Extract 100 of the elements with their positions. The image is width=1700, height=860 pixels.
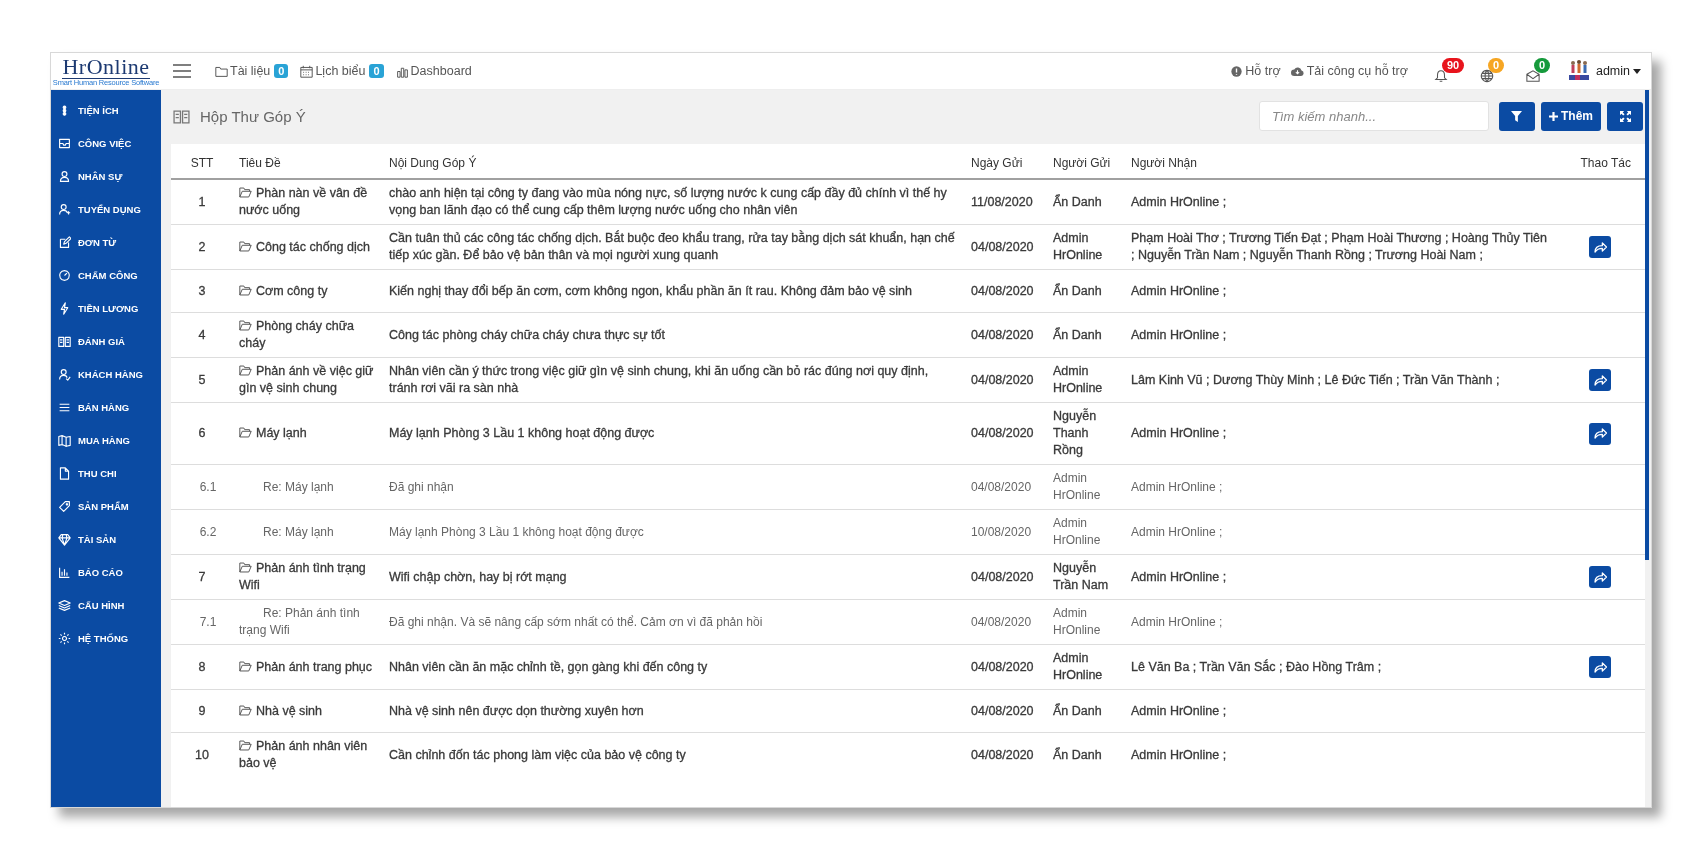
table-cell: Admin HrOnline ; [1125,312,1555,358]
table-cell: Admin HrOnline ; [1125,689,1555,733]
forward-button[interactable] [1589,566,1611,588]
table-cell: Ẩn Danh [1047,689,1125,733]
forward-button[interactable] [1589,369,1611,391]
topic-title[interactable]: Phản ánh tình trạng Wifi [239,560,377,594]
sidebar-item[interactable]: BÁN HÀNG [51,391,161,424]
table-cell: 6.2 [171,509,233,555]
sidebar-item[interactable]: CHẤM CÔNG [51,259,161,292]
table-cell: 04/08/2020 [965,312,1047,358]
folder-icon [239,365,252,376]
nav-link[interactable]: Lịch biểu 0 [300,64,384,78]
filter-button[interactable] [1499,101,1535,131]
sidebar-item[interactable]: CẤU HÌNH [51,589,161,622]
table-cell: Admin HrOnline ; [1125,464,1555,510]
table-cell: Kiến nghị thay đổi bếp ăn cơm, cơm không ngon, khẩu phần ăn ít rau. Không đảm bảo vệ sinh [383,269,965,313]
topic-title[interactable]: Phản ánh trang phục [239,658,377,676]
sidebar-item[interactable]: MUA HÀNG [51,424,161,457]
sidebar-item[interactable]: TIỀN LƯƠNG [51,292,161,325]
table-cell: Nguyễn Trần Nam [1047,554,1125,600]
topic-title[interactable]: Phản ánh nhân viên bảo vệ [239,738,377,772]
nav-link[interactable]: Tài liệu 0 [215,64,289,78]
calendar-icon [300,64,314,78]
user-menu[interactable]: admin [1595,64,1641,78]
topic-title[interactable]: Nhà vệ sinh [239,702,377,720]
table-cell: 04/08/2020 [965,464,1047,510]
filter-icon [1511,110,1523,122]
table-cell: Admin HrOnline ; [1125,554,1555,600]
topic-title[interactable]: Re: Máy lạnh [239,478,377,496]
topic-title[interactable]: Cơm công ty [239,282,377,300]
sidebar-item[interactable]: BÁO CÁO [51,556,161,589]
sidebar-item[interactable]: THU CHI [51,457,161,490]
user-plus-icon [58,203,71,216]
sidebar-item[interactable]: KHÁCH HÀNG [51,358,161,391]
sidebar-item[interactable]: CÔNG VIỆC [51,127,161,160]
table-cell: Ẩn Danh [1047,312,1125,358]
folder-icon [239,187,252,198]
menu-icon[interactable] [173,64,191,78]
table-cell: Admin HrOnline [1047,224,1125,270]
table-cell: Wifi chập chờn, hay bị rớt mạng [383,554,965,600]
table-cell: 04/08/2020 [965,732,1047,777]
table-cell: 10 [171,732,233,777]
table-cell: 10/08/2020 [965,509,1047,555]
notification-button[interactable]: 0 [1515,59,1556,83]
sidebar-item[interactable]: TIỆN ÍCH [51,94,161,127]
sidebar-item[interactable]: TÀI SẢN [51,523,161,556]
table-cell: 04/08/2020 [965,689,1047,733]
fullscreen-button[interactable] [1607,101,1643,131]
add-button[interactable]: Thêm [1541,101,1601,131]
topic-title[interactable]: Re: Máy lạnh [239,523,377,541]
table-cell: Nhà vệ sinh nên được dọn thường xuyên hơn [383,689,965,733]
user-check-icon [58,368,71,381]
support-link[interactable]: Tải công cụ hỗ trợ [1290,64,1408,78]
sidebar-item[interactable]: SẢN PHẨM [51,490,161,523]
folder-icon [239,660,252,672]
table-cell: Admin HrOnline ; [1125,599,1555,645]
sidebar-item[interactable]: NHÂN SỰ [51,160,161,193]
page-title: Hộp Thư Góp Ý [200,107,306,125]
table-cell: 04/08/2020 [965,554,1047,600]
list-icon [58,401,71,414]
table-cell: Admin HrOnline [1047,599,1125,645]
share-icon [1593,374,1607,386]
forward-button[interactable] [1589,656,1611,678]
table-cell: 04/08/2020 [965,402,1047,465]
topic-title[interactable]: Phàn nàn về vân đề nước uống [239,185,377,219]
scrollbar[interactable] [1645,90,1649,560]
folder-icon [239,284,252,296]
topic-title[interactable]: Phòng cháy chữa cháy [239,318,377,352]
sidebar-item[interactable]: TUYỂN DỤNG [51,193,161,226]
sidebar-item[interactable]: ĐƠN TỪ [51,226,161,259]
folder-icon [239,740,252,751]
support-link[interactable]: Hỗ trợ [1231,64,1281,78]
column-header: STT [171,144,233,179]
sidebar-item[interactable]: HỆ THỐNG [51,622,161,655]
table-cell: Admin HrOnline [1047,464,1125,510]
topic-title[interactable]: Máy lạnh [239,425,377,442]
nav-link[interactable]: Dashboard [395,64,472,78]
table-cell: Ẩn Danh [1047,179,1125,225]
forward-button[interactable] [1589,422,1611,445]
notification-button[interactable]: 90 [1423,59,1464,83]
folder-icon [239,320,252,331]
search-field[interactable]: Tìm kiếm nhanh... [1259,101,1489,131]
topic-title[interactable]: Re: Phản ánh tình trạng Wifi [239,605,377,639]
table-cell: Phạm Hoài Thơ ; Trương Tiến Đạt ; Phạm Hoài Thương ; Hoàng Thủy Tiên ; Nguyễn Trần Nam ; Nguyễn Thanh Rồng ; Trương Hoài Nam ; [1125,224,1555,270]
sidebar-item[interactable]: ĐÁNH GIÁ [51,325,161,358]
folder-icon [239,562,252,573]
info-icon [1231,65,1243,77]
table-cell: 04/08/2020 [965,269,1047,313]
table-cell: Đã ghi nhận. Và sẽ nâng cấp sớm nhất có thể. Cảm ơn vì đã phản hồi [383,599,965,645]
bar-chart-icon [58,566,71,579]
table-cell: 2 [171,224,233,270]
topic-title[interactable]: Phản ánh về việc giữ gìn vệ sinh chung [239,363,377,397]
table-cell: Nhân viên cần ăn mặc chỉnh tề, gọn gàng khi đến công ty [383,644,965,690]
forward-button[interactable] [1589,236,1611,258]
cloud-download-icon [1290,66,1304,76]
topic-title[interactable]: Công tác chống dịch [239,238,377,256]
table-cell: Đã ghi nhận [383,464,965,510]
table-cell: Admin HrOnline ; [1125,732,1555,777]
table-cell: 04/08/2020 [965,357,1047,403]
caret-icon [1633,68,1641,74]
